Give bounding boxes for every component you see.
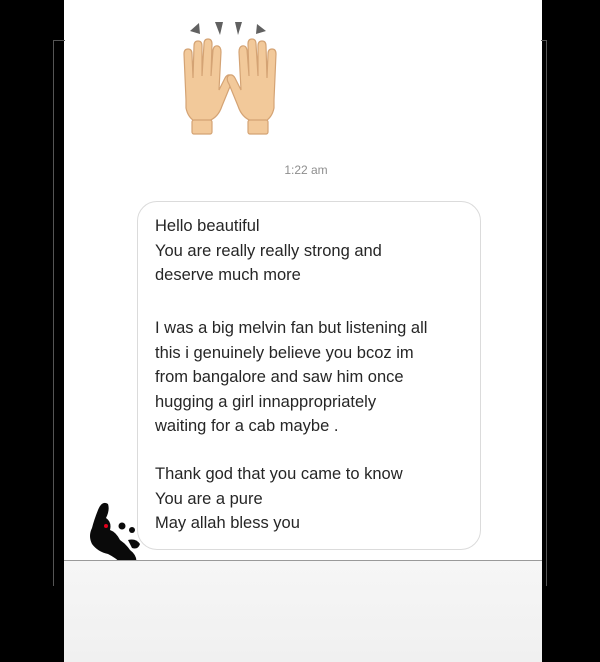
message-line: I was a big melvin fan but listening all [155, 319, 428, 337]
message-line: Hello beautiful [155, 217, 260, 235]
frame-edge-right [541, 40, 547, 586]
message-paragraph-1: Hello beautiful You are really really st… [155, 214, 475, 288]
sparkle-mark [190, 23, 200, 34]
message-line: this i genuinely believe you bcoz im [155, 343, 414, 362]
frame-edge-left [53, 40, 65, 586]
redacted-avatar-scribble [90, 502, 140, 567]
sparkle-mark [235, 22, 242, 35]
message-line: You are really really strong and [155, 241, 382, 260]
message-paragraph-3: Thank god that you came to know You are … [155, 462, 475, 536]
message-line: from bangalore and saw him once [155, 368, 404, 386]
message-line: deserve much more [155, 266, 301, 284]
message-line: waiting for a cab maybe . [155, 417, 339, 435]
sparkle-mark [215, 22, 223, 35]
message-bubble[interactable]: Hello beautiful You are really really st… [137, 201, 481, 550]
message-line: You are a pure [155, 489, 263, 508]
message-line: Thank god that you came to know [155, 465, 403, 483]
message-line: May allah bless you [155, 514, 300, 532]
composer-area[interactable] [64, 561, 542, 662]
message-line: hugging a girl innappropriately [155, 392, 377, 411]
message-timestamp: 1:22 am [284, 163, 328, 177]
sparkle-mark [256, 24, 266, 34]
raising-hands-icon [183, 22, 277, 135]
message-paragraph-2: I was a big melvin fan but listening all… [155, 316, 475, 439]
